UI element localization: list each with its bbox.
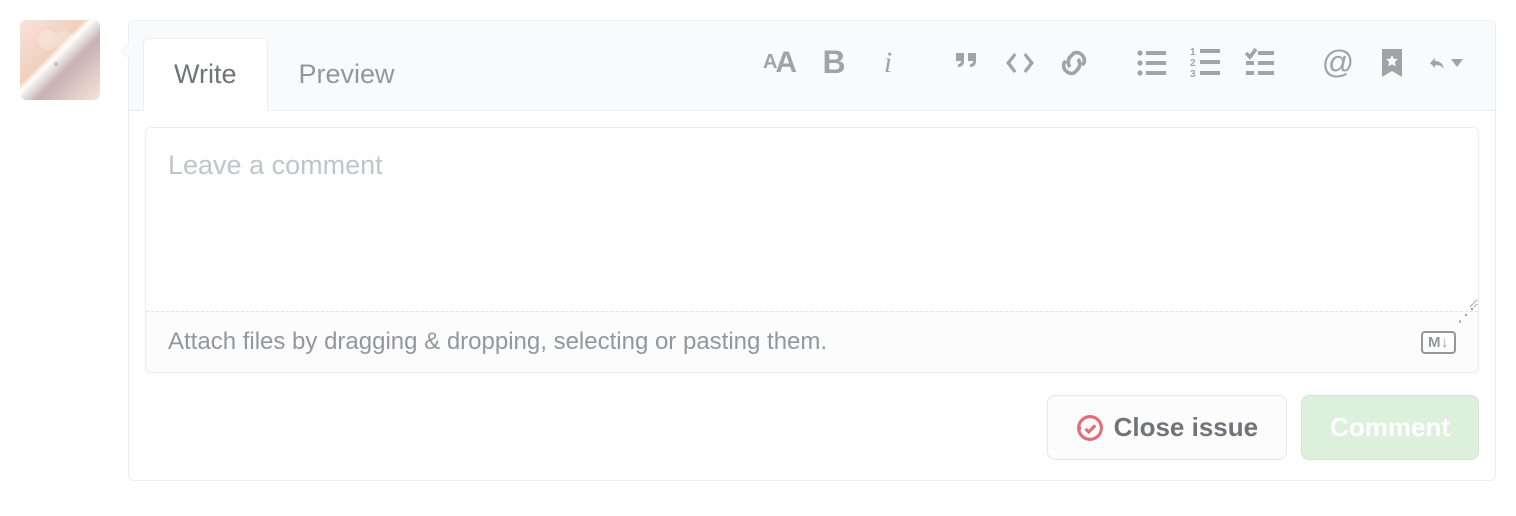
attach-hint-text: Attach files by dragging & dropping, sel…	[168, 328, 827, 356]
comment-button-label: Comment	[1330, 412, 1450, 443]
svg-text:1: 1	[1190, 47, 1196, 58]
tab-bar: Write Preview AA B i	[129, 21, 1495, 111]
close-issue-button[interactable]: Close issue	[1047, 395, 1288, 460]
close-issue-label: Close issue	[1114, 412, 1259, 443]
unordered-list-icon[interactable]	[1135, 46, 1169, 80]
task-list-icon[interactable]	[1243, 46, 1277, 80]
chevron-down-icon	[1451, 59, 1463, 67]
italic-icon[interactable]: i	[871, 46, 905, 80]
footer-actions: Close issue Comment	[129, 389, 1495, 480]
svg-text:3: 3	[1190, 69, 1196, 79]
comment-button[interactable]: Comment	[1301, 395, 1479, 460]
comment-textarea[interactable]	[146, 128, 1478, 308]
issue-closed-icon	[1076, 414, 1104, 442]
tab-write[interactable]: Write	[143, 38, 268, 111]
formatting-toolbar: AA B i	[745, 46, 1481, 98]
avatar[interactable]	[20, 20, 100, 100]
tabs: Write Preview	[143, 33, 426, 110]
code-icon[interactable]	[1003, 46, 1037, 80]
resize-handle-icon[interactable]: ⋰	[1457, 305, 1475, 326]
bold-icon[interactable]: B	[817, 46, 851, 80]
quote-icon[interactable]	[949, 46, 983, 80]
markdown-icon[interactable]: M↓	[1421, 331, 1456, 354]
mention-icon[interactable]: @	[1321, 46, 1355, 80]
link-icon[interactable]	[1057, 46, 1091, 80]
svg-text:2: 2	[1190, 58, 1196, 69]
comment-box: Write Preview AA B i	[128, 20, 1496, 481]
textarea-container: ⋰ Attach files by dragging & dropping, s…	[145, 127, 1479, 373]
ordered-list-icon[interactable]: 123	[1189, 46, 1223, 80]
comment-composer: Write Preview AA B i	[20, 20, 1496, 481]
tab-preview[interactable]: Preview	[268, 38, 426, 110]
saved-reply-icon[interactable]	[1375, 46, 1409, 80]
editor-body: ⋰ Attach files by dragging & dropping, s…	[129, 111, 1495, 389]
attach-hint-row[interactable]: ⋰ Attach files by dragging & dropping, s…	[146, 311, 1478, 372]
heading-icon[interactable]: AA	[763, 46, 797, 80]
reply-icon[interactable]	[1429, 46, 1463, 80]
